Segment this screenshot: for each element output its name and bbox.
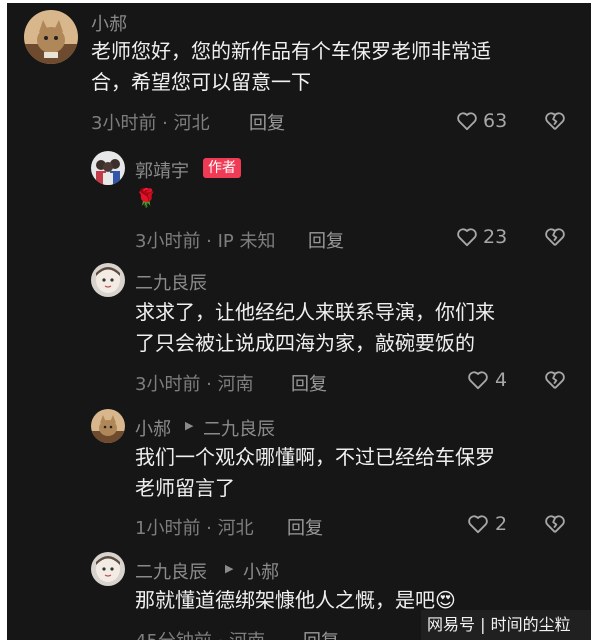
comment-time-location: 45分钟前 · 河南 [135,627,265,640]
comment-text-line: 了只会被让说成四海为家，敲碗要饭的 [135,331,475,355]
group-photo-avatar-icon[interactable] [91,151,125,185]
reply-button[interactable]: 回复 [287,514,323,540]
comment-author[interactable]: 小郝 [135,415,171,441]
like-count: 2 [495,513,508,535]
comment-text-line: 老师您好，您的新作品有个车保罗老师非常适 [91,39,491,63]
broken-heart-icon[interactable] [544,370,566,390]
comment-author[interactable]: 小郝 [91,10,127,36]
like-count: 63 [483,110,508,132]
cartoon-face-avatar-icon[interactable] [91,552,125,586]
like-count: 4 [495,369,508,391]
comment-text-line: 🌹 [135,188,158,209]
reply-arrow-icon: ▶ [225,562,234,575]
comment-time-location: 3小时前 · IP 未知 [135,231,276,252]
reply-button[interactable]: 回复 [291,370,327,396]
reply-target-user[interactable]: 小郝 [243,558,279,584]
comment-author[interactable]: 二九良辰 [135,558,207,584]
comment-item: 小郝 ▶ 二九良辰 我们一个观众哪懂啊，不过已经给车保罗 老师留言了 1小时前 … [7,400,591,543]
comment-text-line: 合，希望您可以留意一下 [91,70,311,94]
heart-icon[interactable] [456,227,478,247]
comment-author[interactable]: 郭靖宇 [135,157,189,183]
broken-heart-icon[interactable] [544,514,566,534]
author-badge: 作者 [203,158,241,178]
comment-text-line: 求求了，让他经纪人来联系导演，你们来 [135,300,495,324]
comment-text-line: 我们一个观众哪懂啊，不过已经给车保罗 [135,445,495,469]
heart-icon[interactable] [456,111,478,131]
reply-button[interactable]: 回复 [308,227,344,253]
cat-avatar-icon[interactable] [91,409,125,443]
like-count: 23 [483,226,508,248]
comment-time-location: 3小时前 · 河北 [91,113,210,134]
comment-time-location: 1小时前 · 河北 [135,518,254,539]
cat-avatar-icon[interactable] [24,10,78,64]
watermark: 网易号 | 时间的尘粒 [421,610,591,640]
comment-text-line: 老师留言了 [135,476,235,500]
heart-icon[interactable] [467,370,489,390]
reply-arrow-icon: ▶ [185,419,194,432]
comment-time-location: 3小时前 · 河南 [135,374,254,395]
comment-item: 郭靖宇 作者 🌹 3小时前 · IP 未知 回复 23 [7,143,591,255]
comment-author[interactable]: 二九良辰 [135,269,207,295]
reply-button[interactable]: 回复 [303,627,339,640]
heart-icon[interactable] [467,514,489,534]
reply-button[interactable]: 回复 [249,109,285,135]
broken-heart-icon[interactable] [544,227,566,247]
comment-thread: 小郝 老师您好，您的新作品有个车保罗老师非常适 合，希望您可以留意一下 3小时前… [7,3,591,640]
cartoon-face-avatar-icon[interactable] [91,263,125,297]
reply-target-user[interactable]: 二九良辰 [203,415,275,441]
broken-heart-icon[interactable] [544,111,566,131]
comment-text-line: 那就懂道德绑架慷他人之慨，是吧😍 [135,588,456,612]
comment-item: 二九良辰 求求了，让他经纪人来联系导演，你们来 了只会被让说成四海为家，敲碗要饭… [7,255,591,400]
comment-item: 小郝 老师您好，您的新作品有个车保罗老师非常适 合，希望您可以留意一下 3小时前… [7,3,591,143]
